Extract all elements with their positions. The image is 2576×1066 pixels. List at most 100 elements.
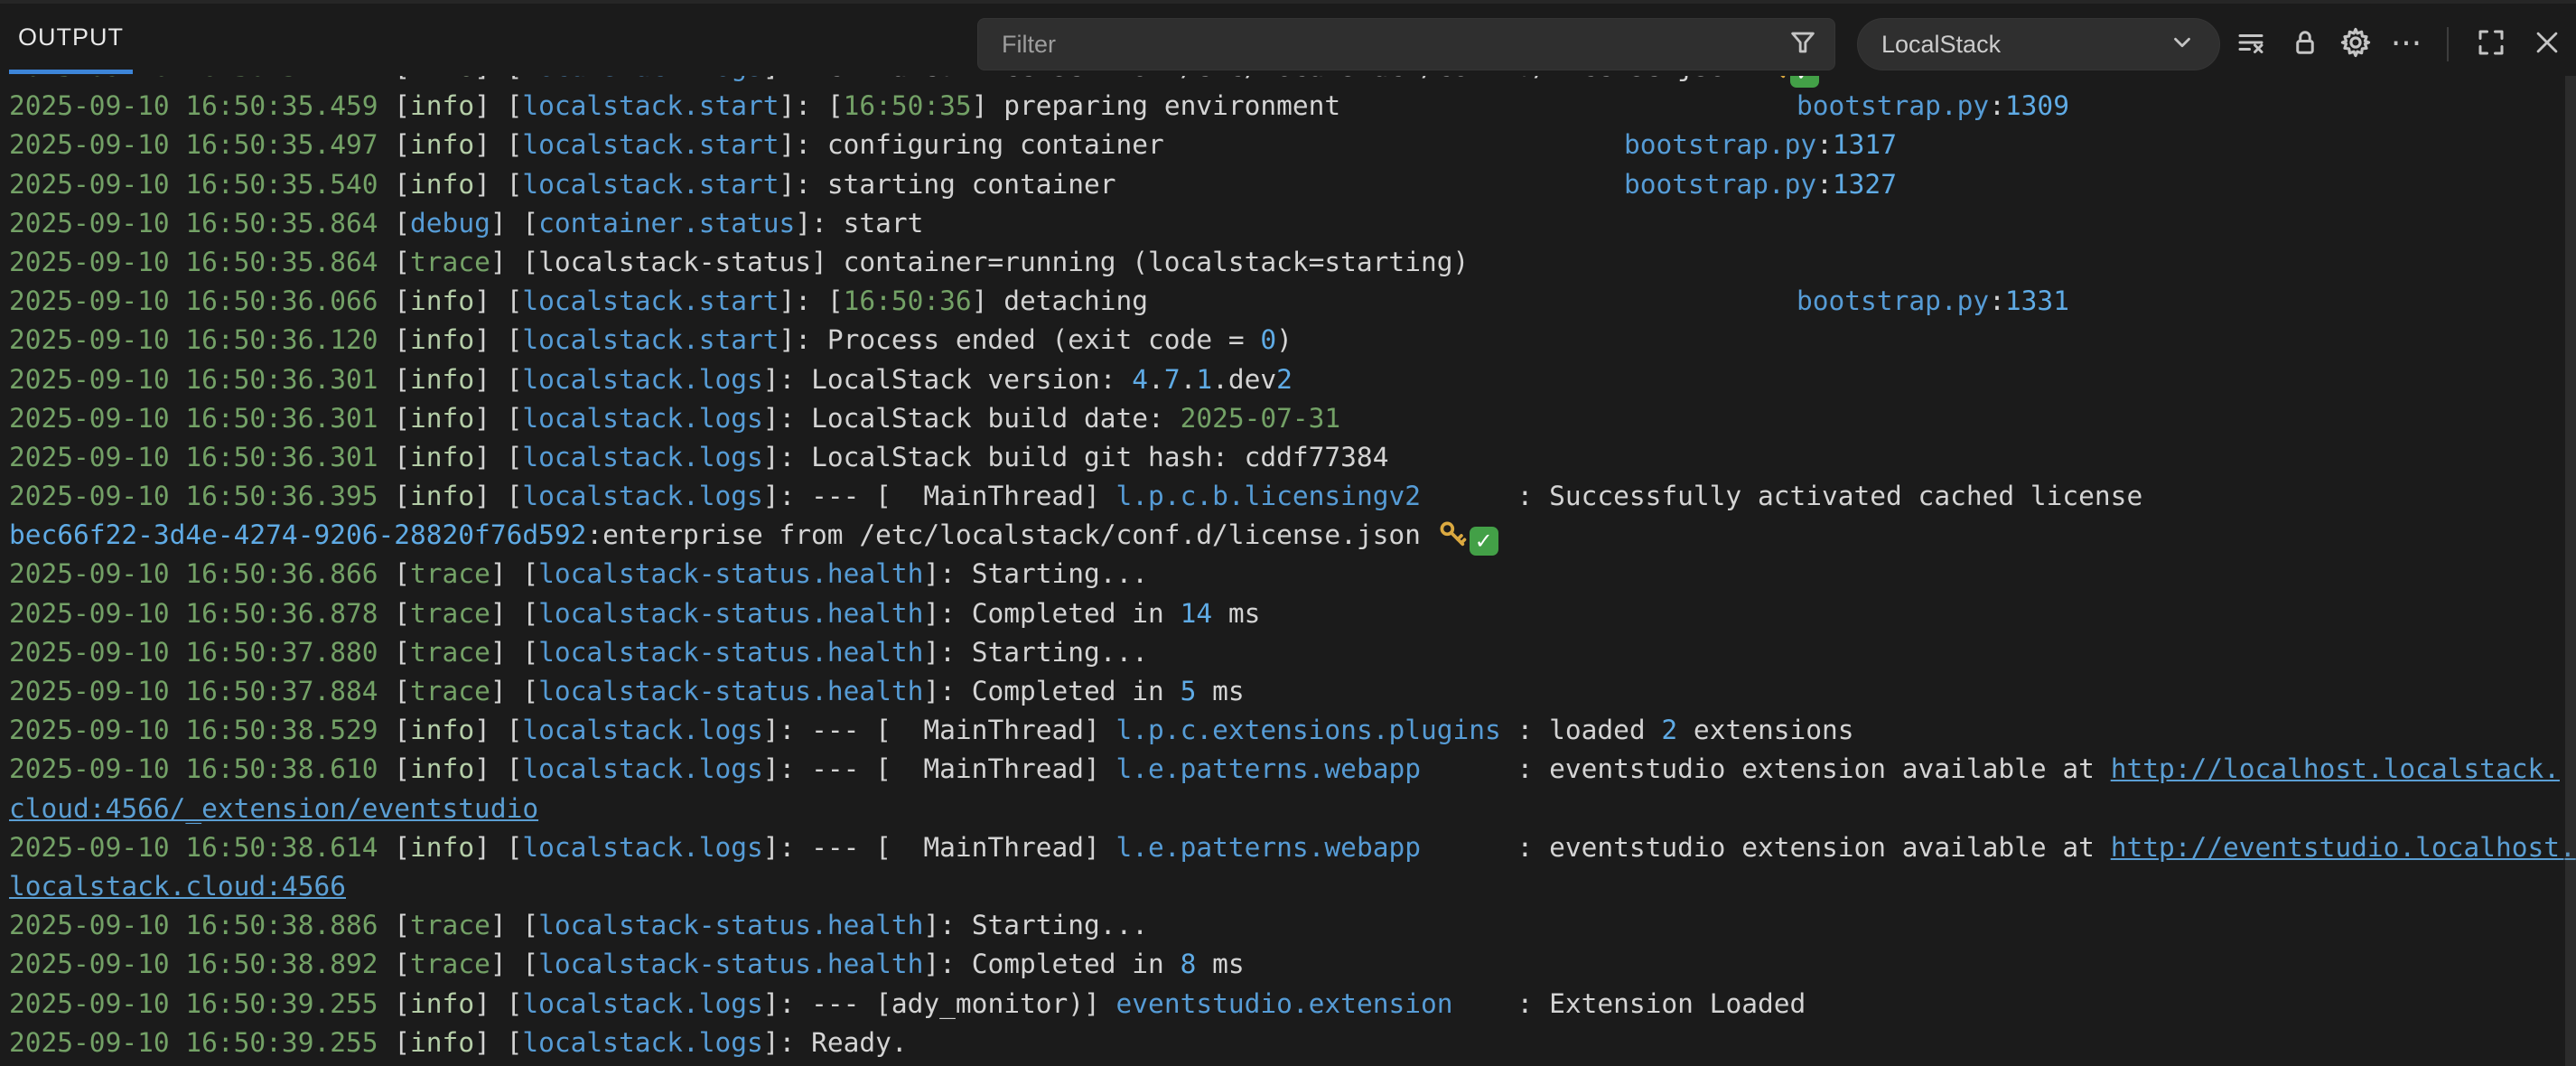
log-text: [ — [378, 208, 411, 238]
log-text: 2025-09-10 16:50:36.301 — [9, 442, 378, 472]
file-location-link[interactable]: bootstrap.py:1317 — [1624, 126, 1897, 164]
log-text: :enterprise from /etc/localstack/conf.d/… — [586, 519, 1436, 550]
check-icon: ✓ — [1470, 527, 1498, 556]
log-text: 8 — [1181, 949, 1197, 979]
log-text: localstack.logs — [522, 1027, 762, 1058]
more-actions-button[interactable]: ··· — [2385, 23, 2427, 65]
header-divider — [2447, 27, 2449, 61]
log-text: localstack-status.health — [538, 949, 923, 979]
log-line: 2025-09-10 16:50:36.878 [trace] [localst… — [0, 594, 2576, 633]
log-text: ] [ — [490, 208, 538, 238]
log-text: ]: LocalStack version: — [763, 364, 1133, 395]
close-panel-button[interactable] — [2526, 23, 2568, 65]
log-text: 2025-07-31 — [1181, 403, 1341, 434]
log-text: ] [ — [474, 753, 522, 784]
log-text: trace — [410, 676, 490, 706]
url-link[interactable]: http://eventstudio.localhost. — [2111, 832, 2576, 863]
log-text: localstack.logs — [522, 715, 762, 745]
log-text: [ — [378, 285, 411, 316]
log-text: info — [410, 169, 474, 200]
maximize-icon — [2475, 26, 2507, 63]
log-text: ] [ — [490, 910, 538, 940]
vertical-scrollbar[interactable] — [2563, 76, 2576, 1066]
log-text: [ — [378, 169, 411, 200]
settings-button[interactable] — [2335, 23, 2376, 65]
log-text: 2025-09-10 16:50:38.886 — [9, 910, 378, 940]
log-text: 2025-09-10 16:50:36.301 — [9, 364, 378, 395]
log-text: ]: --- [ MainThread] — [763, 832, 1116, 863]
tab-output[interactable]: OUTPUT — [9, 6, 133, 74]
log-text: l.e.patterns.webapp — [1116, 832, 1421, 863]
log-text: info — [410, 442, 474, 472]
maximize-panel-button[interactable] — [2470, 23, 2512, 65]
log-text: ms — [1196, 949, 1244, 979]
log-text: localstack.start — [522, 285, 779, 316]
log-text: [ — [378, 129, 411, 160]
log-text: localstack.logs — [522, 364, 762, 395]
log-text: ]: Starting... — [923, 637, 1148, 668]
log-text: localstack.start — [522, 169, 779, 200]
log-line: 2025-09-10 16:50:36.866 [trace] [localst… — [0, 555, 2576, 594]
lock-scroll-button[interactable] — [2284, 23, 2326, 65]
chevron-down-icon — [2169, 29, 2196, 61]
url-link[interactable]: localstack.cloud:4566 — [9, 871, 346, 902]
log-text: localstack.logs — [522, 832, 762, 863]
log-line: 2025-09-10 16:50:38.610 [info] [localsta… — [0, 750, 2576, 789]
log-text: 4 — [1132, 364, 1148, 395]
log-text: eventstudio.extension — [1116, 988, 1453, 1019]
log-text: bootstrap.py — [1797, 90, 1989, 121]
log-line: 2025-09-10 16:50:36.066 [info] [localsta… — [0, 282, 2576, 321]
log-text: ] [ — [474, 76, 522, 82]
log-text: ]: Starting... — [923, 558, 1148, 589]
log-text: extensions — [1677, 715, 1853, 745]
log-text: ] [ — [474, 1027, 522, 1058]
log-line: 2025-09-10 16:50:38.529 [info] [localsta… — [0, 711, 2576, 750]
file-location-link[interactable]: bootstrap.py:1309 — [1797, 87, 2069, 126]
log-text: 2025-09-10 16:50:39.255 — [9, 988, 378, 1019]
log-text: 7 — [1164, 364, 1181, 395]
log-text: ]: LocalStack build git hash: cddf77384 — [763, 442, 1389, 472]
log-line: 2025-09-10 16:50:38.614 [info] [localsta… — [0, 828, 2576, 867]
file-location-link[interactable]: bootstrap.py:1327 — [1624, 165, 1897, 204]
log-text: localstack.logs — [522, 76, 762, 82]
log-text: : — [1989, 285, 2005, 316]
log-text: ] [ — [490, 949, 538, 979]
tab-output-label: OUTPUT — [18, 23, 124, 51]
log-text: 2025-09-10 16:50:35.459 — [9, 90, 378, 121]
log-text: l.p.c.extensions.plugins — [1116, 715, 1501, 745]
log-text: ] [ — [474, 324, 522, 355]
log-text: [ — [378, 76, 411, 82]
log-text: [ — [378, 910, 411, 940]
log-text: 2025-09-10 16:50:36.301 — [9, 403, 378, 434]
log-text: info — [410, 285, 474, 316]
log-text: 2025-09-10 16:50:35.540 — [9, 169, 378, 200]
log-text: ] [ — [474, 90, 522, 121]
log-line: 2025-09-10 16:50:35.864 [debug] [contain… — [0, 204, 2576, 243]
clear-output-button[interactable] — [2230, 23, 2272, 65]
log-text: : Successfully activated cached license — [1421, 481, 2142, 511]
log-text: : — [1989, 90, 2005, 121]
filter-input[interactable] — [1000, 30, 1787, 60]
log-text: [ — [378, 558, 411, 589]
log-text: bootstrap.py — [1797, 285, 1989, 316]
log-text: 2025-09-10 16:50:38.529 — [9, 715, 378, 745]
channel-select[interactable]: LocalStack — [1857, 18, 2220, 70]
log-text: ) — [1276, 324, 1293, 355]
log-line: 2025-09-10 16:50:36.301 [info] [localsta… — [0, 399, 2576, 438]
output-filter[interactable] — [977, 18, 1835, 70]
log-line: 2025-09-10 16:50:35.459 [info] [localsta… — [0, 87, 2576, 126]
clear-output-icon — [2235, 26, 2267, 63]
log-text: ]: Completed in — [923, 949, 1180, 979]
log-text: 2025-09-10 16:50:35.864 — [9, 247, 378, 277]
log-text: 14 — [1181, 598, 1213, 629]
file-location-link[interactable]: bootstrap.py:1331 — [1797, 282, 2069, 321]
log-line: 2025-09-10 16:50:36.301 [info] [localsta… — [0, 360, 2576, 399]
log-text: localstack-status.health — [538, 910, 923, 940]
log-text: ] [ — [474, 988, 522, 1019]
log-text: debug — [410, 208, 490, 238]
url-link[interactable]: http://localhost.localstack. — [2111, 753, 2560, 784]
log-line: cloud:4566/_extension/eventstudio — [0, 790, 2576, 828]
log-line: bec66f22-3d4e-4274-9206-28820f76d592:ent… — [0, 516, 2576, 555]
url-link[interactable]: cloud:4566/_extension/eventstudio — [9, 793, 538, 824]
log-text: ] preparing environment — [972, 90, 1341, 121]
